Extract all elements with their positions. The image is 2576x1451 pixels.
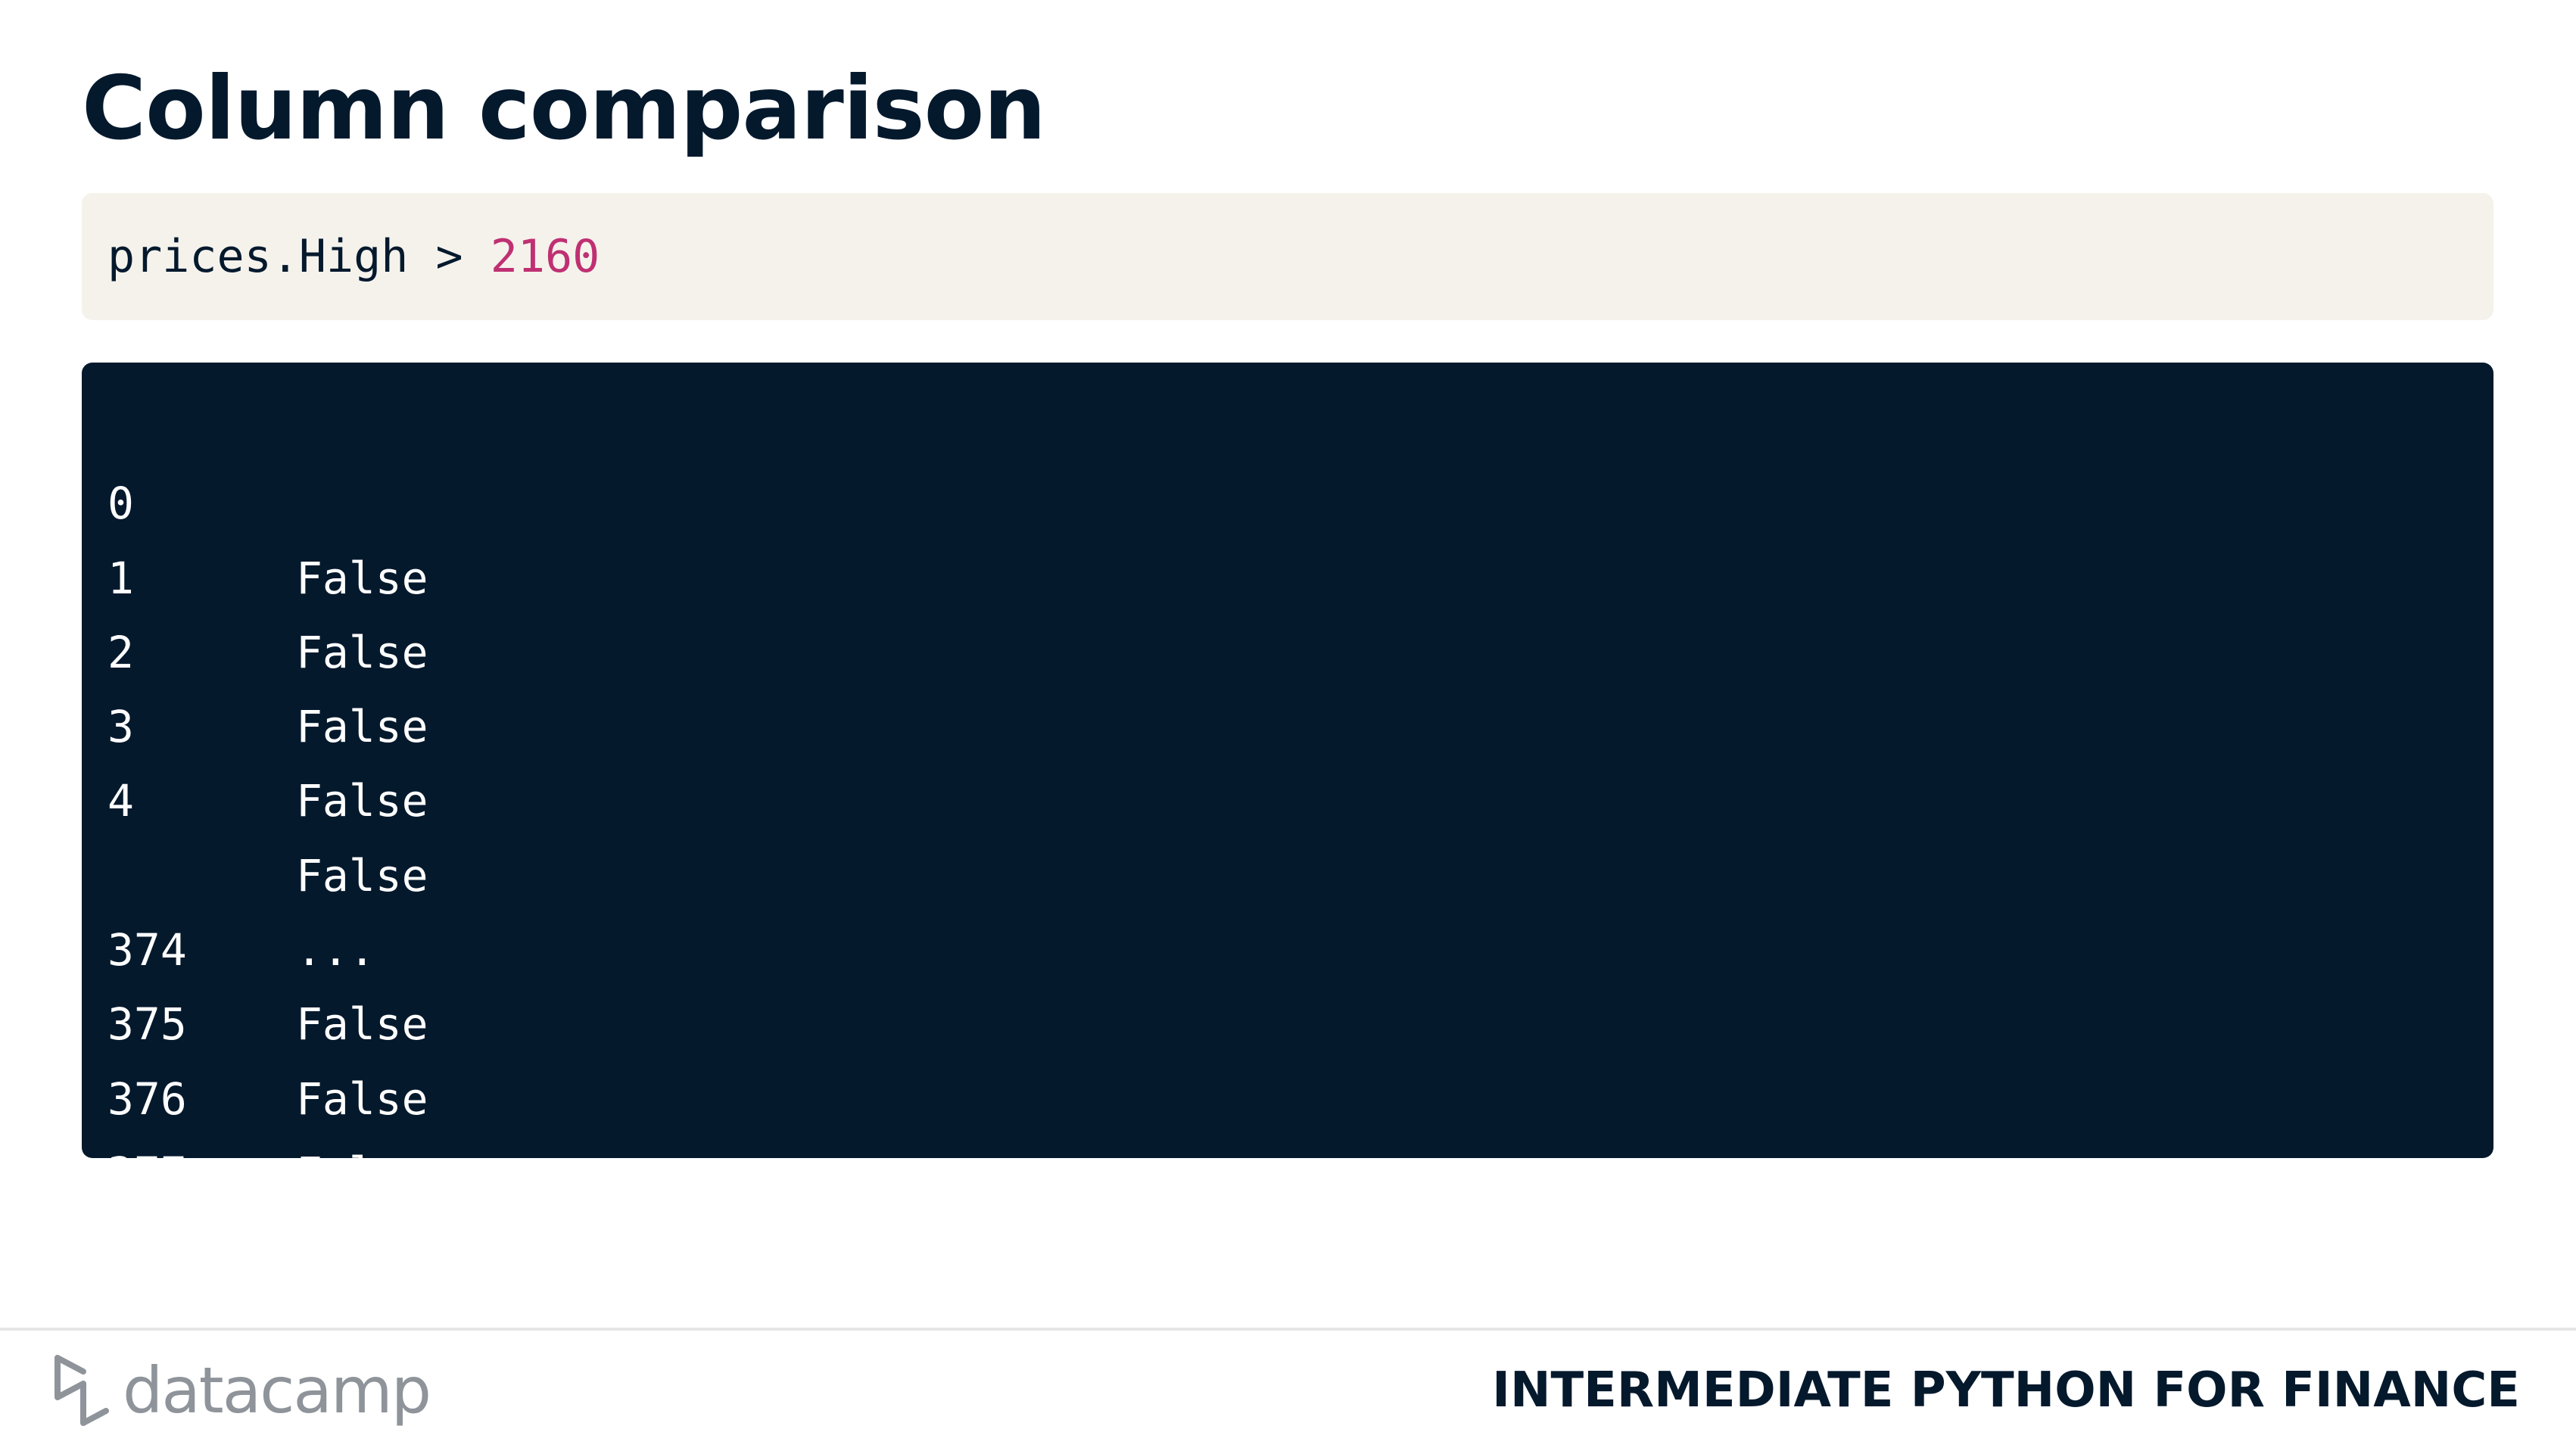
output-row: 4 False <box>82 690 2493 901</box>
datacamp-logo-icon <box>55 1355 109 1426</box>
datacamp-logo: datacamp <box>53 1349 431 1432</box>
output-row-value: False <box>296 1222 428 1274</box>
output-row: 3 False <box>82 615 2493 827</box>
output-row: 377 False <box>82 1062 2493 1273</box>
code-input-block: prices.High > 2160 <box>82 193 2493 320</box>
output-row: 375 False <box>82 913 2493 1124</box>
output-row: 376 False <box>82 987 2493 1199</box>
code-expression: prices.High > <box>107 230 491 283</box>
output-row-index: 377 <box>107 1147 187 1199</box>
code-number-literal: 2160 <box>490 230 600 283</box>
output-row: 1 False <box>82 466 2493 678</box>
slide-title: Column comparison <box>82 58 1046 160</box>
course-title: INTERMEDIATE PYTHON FOR FINANCE <box>1492 1362 2520 1418</box>
footer-divider <box>0 1328 2576 1331</box>
datacamp-logo-text: datacamp <box>123 1353 431 1428</box>
code-output-block: 0 False 1 False 2 False 3 False 4 False … <box>82 363 2493 1273</box>
output-row: 2 False <box>82 541 2493 752</box>
output-row-value: False <box>296 1147 428 1199</box>
output-row: 0 False <box>82 392 2493 603</box>
output-ellipsis-row: ... <box>82 764 2493 976</box>
output-row: 374 False <box>82 839 2493 1050</box>
